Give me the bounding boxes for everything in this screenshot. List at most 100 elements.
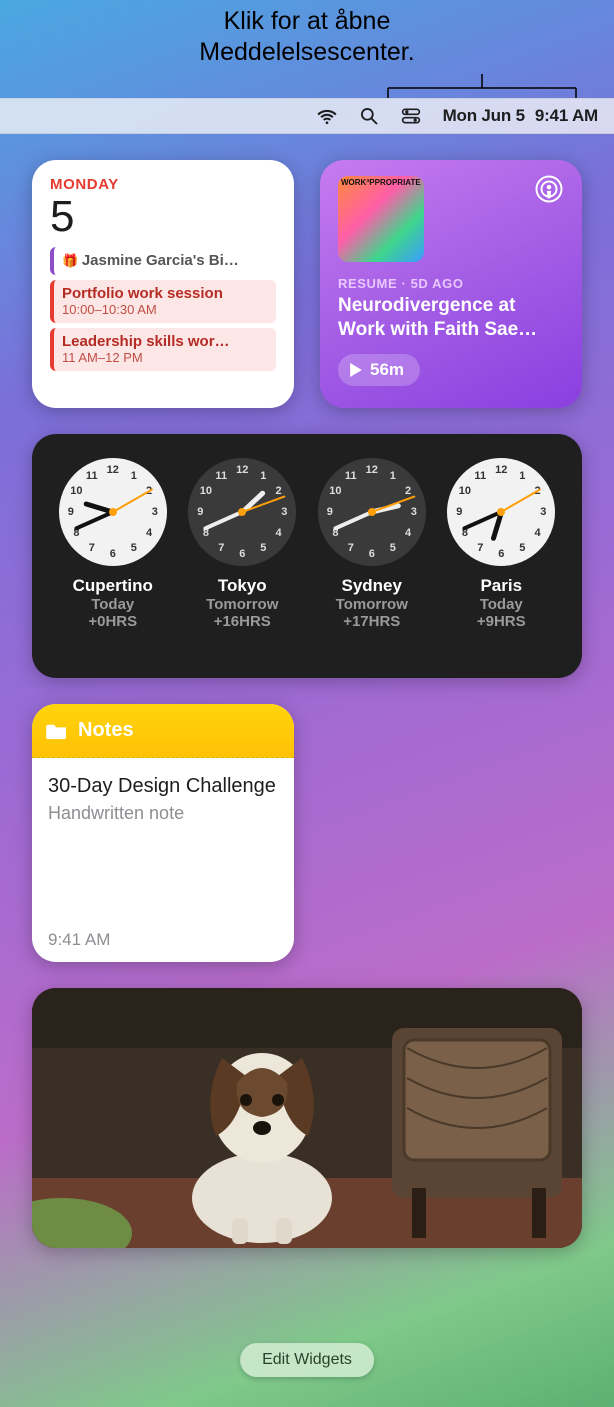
clock-face: 123456789101112 bbox=[447, 458, 555, 566]
clock-offset: +9HRS bbox=[477, 613, 526, 630]
callout-text: Klik for at åbne Meddelelsescenter. bbox=[0, 6, 614, 69]
podcast-meta: RESUME · 5D AGO bbox=[338, 276, 564, 291]
podcast-title: Neurodivergence at Work with Faith Sae… bbox=[338, 294, 564, 342]
menubar-time: 9:41 AM bbox=[535, 106, 598, 126]
clock-numeral: 10 bbox=[459, 485, 471, 497]
clock-numeral: 3 bbox=[411, 506, 417, 518]
clock-numeral: 5 bbox=[390, 542, 396, 554]
clock-numeral: 11 bbox=[86, 470, 98, 482]
clock-numeral: 5 bbox=[131, 542, 137, 554]
podcast-resume-label: RESUME bbox=[338, 276, 397, 291]
clock-numeral: 11 bbox=[474, 470, 486, 482]
clock-day-label: Tomorrow bbox=[336, 596, 408, 613]
control-center-icon[interactable] bbox=[401, 106, 421, 126]
menubar: Mon Jun 5 9:41 AM bbox=[0, 98, 614, 134]
clock-numeral: 9 bbox=[327, 506, 333, 518]
calendar-event-time: 10:00–10:30 AM bbox=[62, 302, 268, 317]
clock-numeral: 11 bbox=[345, 470, 357, 482]
clock-numeral: 4 bbox=[535, 527, 541, 539]
edit-widgets-button[interactable]: Edit Widgets bbox=[240, 1343, 374, 1377]
clock-day-label: Today bbox=[480, 596, 523, 613]
play-icon bbox=[350, 363, 362, 377]
podcast-duration: 56m bbox=[370, 360, 404, 380]
clock-numeral: 11 bbox=[215, 470, 227, 482]
folder-icon bbox=[46, 722, 68, 740]
clock-numeral: 1 bbox=[390, 470, 396, 482]
calendar-event[interactable]: Jasmine Garcia's Bi… bbox=[50, 247, 276, 275]
clock-offset: +17HRS bbox=[343, 613, 400, 630]
clock-numeral: 7 bbox=[477, 542, 483, 554]
clock-numeral: 2 bbox=[405, 485, 411, 497]
clock-city: Tokyo bbox=[218, 576, 267, 596]
clock-numeral: 12 bbox=[366, 464, 378, 476]
edit-widgets-label: Edit Widgets bbox=[262, 1351, 352, 1368]
clock-numeral: 1 bbox=[519, 470, 525, 482]
clock-offset: +16HRS bbox=[214, 613, 271, 630]
clock-face: 123456789101112 bbox=[188, 458, 296, 566]
calendar-widget[interactable]: MONDAY 5 Jasmine Garcia's Bi… Portfolio … bbox=[32, 160, 294, 408]
clock-city: Paris bbox=[480, 576, 522, 596]
calendar-event[interactable]: Leadership skills wor… 11 AM–12 PM bbox=[50, 328, 276, 371]
clock-city: Sydney bbox=[342, 576, 402, 596]
clock-day-label: Tomorrow bbox=[206, 596, 278, 613]
clock-numeral: 2 bbox=[276, 485, 282, 497]
clock-numeral: 4 bbox=[405, 527, 411, 539]
widgets-container: MONDAY 5 Jasmine Garcia's Bi… Portfolio … bbox=[32, 160, 582, 1248]
clock-numeral: 4 bbox=[146, 527, 152, 539]
calendar-day-number: 5 bbox=[50, 195, 276, 239]
calendar-event-title: Portfolio work session bbox=[62, 285, 268, 302]
clock-numeral: 12 bbox=[236, 464, 248, 476]
clock-offset: +0HRS bbox=[88, 613, 137, 630]
menubar-date: Mon Jun 5 bbox=[443, 106, 525, 126]
callout-line2: Meddelelsescenter. bbox=[0, 37, 614, 68]
spotlight-search-icon[interactable] bbox=[359, 106, 379, 126]
notes-widget[interactable]: Notes 30-Day Design Challenge Handwritte… bbox=[32, 704, 294, 962]
notes-header-label: Notes bbox=[78, 719, 134, 742]
clock-numeral: 9 bbox=[68, 506, 74, 518]
clock-numeral: 7 bbox=[348, 542, 354, 554]
clock-numeral: 6 bbox=[110, 548, 116, 560]
calendar-event-title: Leadership skills wor… bbox=[62, 333, 268, 350]
clock-face: 123456789101112 bbox=[59, 458, 167, 566]
photos-widget[interactable] bbox=[32, 988, 582, 1248]
clock-column: 123456789101112CupertinoToday+0HRS bbox=[48, 458, 178, 658]
clock-numeral: 1 bbox=[260, 470, 266, 482]
clock-column: 123456789101112SydneyTomorrow+17HRS bbox=[307, 458, 437, 658]
podcasts-app-icon bbox=[534, 174, 564, 204]
clock-numeral: 4 bbox=[276, 527, 282, 539]
podcast-artwork bbox=[338, 176, 424, 262]
menubar-datetime[interactable]: Mon Jun 5 9:41 AM bbox=[443, 106, 598, 126]
clock-numeral: 3 bbox=[152, 506, 158, 518]
clock-numeral: 7 bbox=[218, 542, 224, 554]
notes-header: Notes bbox=[32, 704, 294, 758]
note-title: 30-Day Design Challenge bbox=[48, 774, 278, 799]
clock-column: 123456789101112TokyoTomorrow+16HRS bbox=[178, 458, 308, 658]
clock-numeral: 9 bbox=[456, 506, 462, 518]
calendar-weekday: MONDAY bbox=[50, 176, 276, 193]
note-subtitle: Handwritten note bbox=[48, 803, 278, 824]
clock-numeral: 12 bbox=[495, 464, 507, 476]
callout-line1: Klik for at åbne bbox=[0, 6, 614, 37]
clock-numeral: 10 bbox=[329, 485, 341, 497]
calendar-event-title: Jasmine Garcia's Bi… bbox=[62, 252, 268, 269]
clock-numeral: 10 bbox=[70, 485, 82, 497]
clock-day-label: Today bbox=[91, 596, 134, 613]
clock-numeral: 6 bbox=[369, 548, 375, 560]
clock-city: Cupertino bbox=[73, 576, 153, 596]
clock-numeral: 5 bbox=[519, 542, 525, 554]
clock-numeral: 6 bbox=[239, 548, 245, 560]
note-timestamp: 9:41 AM bbox=[48, 930, 278, 950]
notes-body: 30-Day Design Challenge Handwritten note… bbox=[32, 758, 294, 962]
clock-numeral: 1 bbox=[131, 470, 137, 482]
callout-arrow bbox=[382, 74, 582, 98]
calendar-event[interactable]: Portfolio work session 10:00–10:30 AM bbox=[50, 280, 276, 323]
clock-numeral: 3 bbox=[540, 506, 546, 518]
podcast-play-button[interactable]: 56m bbox=[338, 354, 420, 386]
wifi-icon[interactable] bbox=[317, 106, 337, 126]
podcast-age: 5D AGO bbox=[411, 276, 464, 291]
podcast-widget[interactable]: RESUME · 5D AGO Neurodivergence at Work … bbox=[320, 160, 582, 408]
clock-column: 123456789101112ParisToday+9HRS bbox=[437, 458, 567, 658]
world-clock-widget[interactable]: 123456789101112CupertinoToday+0HRS123456… bbox=[32, 434, 582, 678]
clock-numeral: 10 bbox=[200, 485, 212, 497]
clock-numeral: 3 bbox=[281, 506, 287, 518]
